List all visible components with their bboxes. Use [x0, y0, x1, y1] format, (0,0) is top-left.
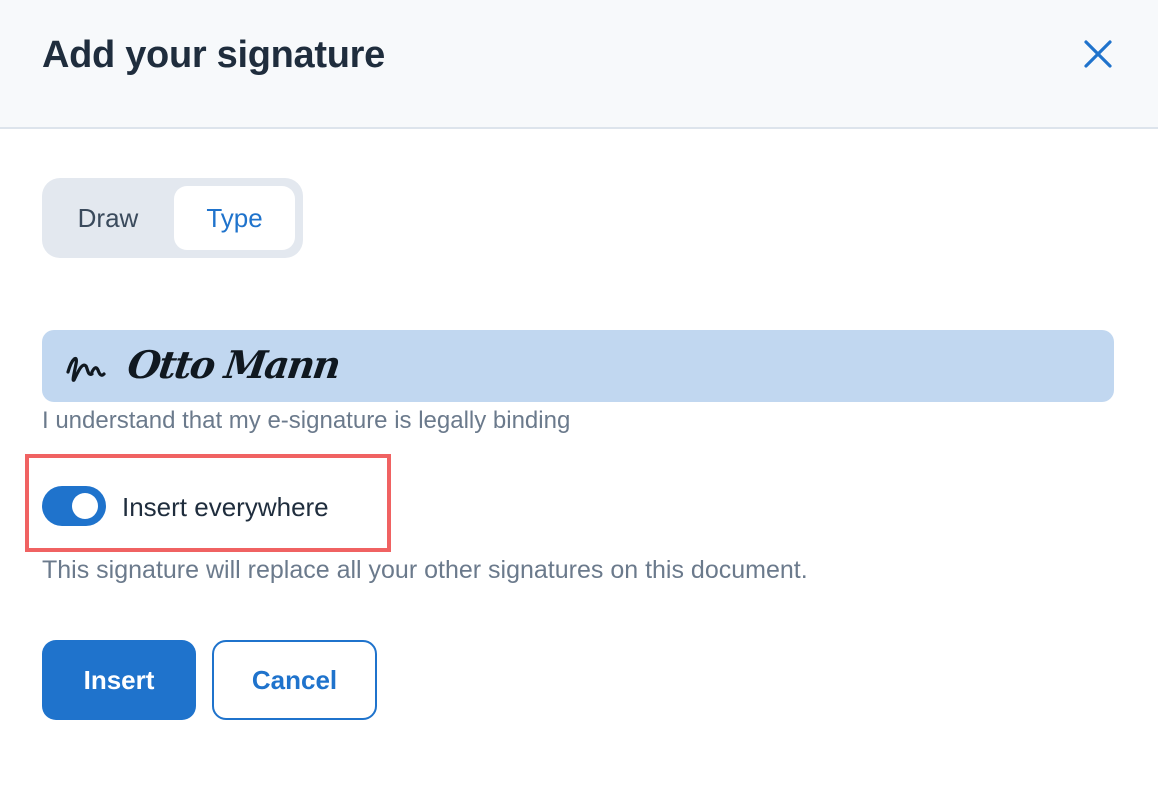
signature-input[interactable]: Otto Mann [42, 330, 1114, 402]
tab-draw[interactable]: Draw [42, 186, 174, 250]
signature-prefix-mark [66, 356, 106, 382]
signature-dialog: Add your signature Draw Type Otto Mann I… [0, 0, 1158, 806]
insert-everywhere-label: Insert everywhere [122, 492, 329, 522]
legal-notice: I understand that my e-signature is lega… [42, 407, 571, 434]
insert-everywhere-description: This signature will replace all your oth… [42, 556, 808, 584]
close-icon [1084, 40, 1112, 68]
cancel-button[interactable]: Cancel [212, 640, 377, 720]
tab-type[interactable]: Type [174, 186, 295, 250]
signature-mode-toggle: Draw Type [42, 178, 303, 258]
close-button[interactable] [1078, 34, 1118, 74]
insert-everywhere-switch[interactable] [42, 486, 106, 526]
signature-typed-text: Otto Mann [124, 342, 342, 387]
switch-knob [72, 493, 98, 519]
dialog-header: Add your signature [0, 0, 1158, 129]
insert-button[interactable]: Insert [42, 640, 196, 720]
dialog-title: Add your signature [42, 34, 385, 76]
